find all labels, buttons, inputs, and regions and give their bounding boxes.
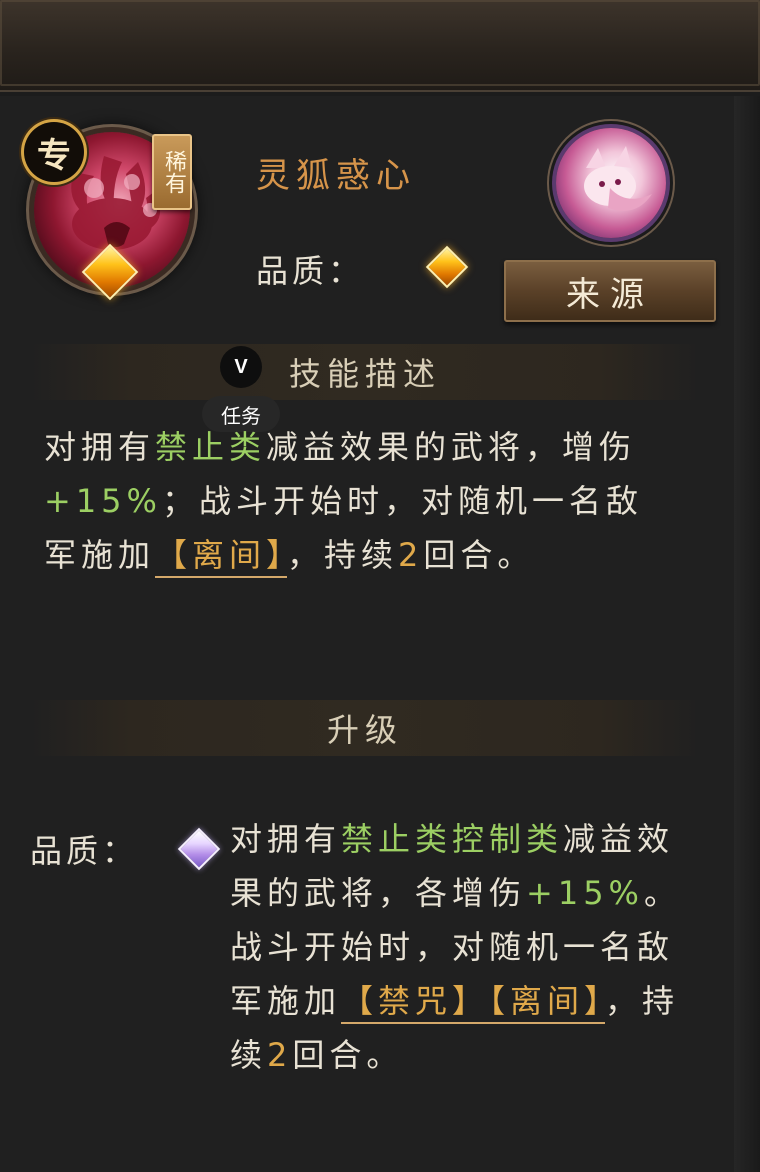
upgrade-description-text: 对拥有禁止类控制类减益效果的武将，各增伤+15%。战斗开始时，对随机一名敌军施加… xyxy=(230,812,690,1082)
skill-name: 灵狐惑心 xyxy=(256,156,416,196)
skill-effect-fox-icon xyxy=(556,128,666,238)
upgrade-quality-label: 品质： xyxy=(30,832,139,870)
quality-label: 品质： xyxy=(256,252,365,290)
upgrade-keyword: 禁止类控制类 xyxy=(341,820,564,858)
task-v-badge[interactable]: V xyxy=(220,346,262,388)
exclusive-badge: 专 xyxy=(24,122,84,182)
desc-damage-bonus: +15% xyxy=(44,482,162,520)
upgrade-header: 升级 xyxy=(30,700,700,756)
desc-keyword-forbid: 禁止类 xyxy=(155,428,267,466)
desc-text: 减益效果的武将，增伤 xyxy=(266,428,637,466)
upgrade-title: 升级 xyxy=(326,711,403,749)
skill-description-text: 对拥有禁止类减益效果的武将，增伤+15%；战斗开始时，对随机一名敌军施加【离间】… xyxy=(44,420,644,582)
panel-scroll-edge xyxy=(734,96,760,1172)
desc-text: 回合。 xyxy=(423,536,535,574)
source-button[interactable]: 来源 xyxy=(504,260,716,322)
skill-description-header: 技能描述 xyxy=(30,344,700,400)
upgrade-damage-bonus: +15% xyxy=(526,874,644,912)
rarity-tag: 稀有 xyxy=(152,134,192,210)
desc-duration: 2 xyxy=(398,536,424,574)
desc-status-link[interactable]: 【离间】 xyxy=(155,536,288,578)
upgrade-text: 回合。 xyxy=(292,1036,404,1074)
top-header-strip xyxy=(0,0,760,92)
upgrade-status-link-curse[interactable]: 【禁咒】 xyxy=(341,982,490,1024)
desc-text: 对拥有 xyxy=(44,428,156,466)
upgrade-duration: 2 xyxy=(267,1036,293,1074)
upgrade-status-link-sow-discord[interactable]: 【离间】 xyxy=(489,982,606,1024)
desc-text: ，持续 xyxy=(287,536,399,574)
skill-description-title: 技能描述 xyxy=(288,355,441,393)
upgrade-text: 对拥有 xyxy=(230,820,342,858)
